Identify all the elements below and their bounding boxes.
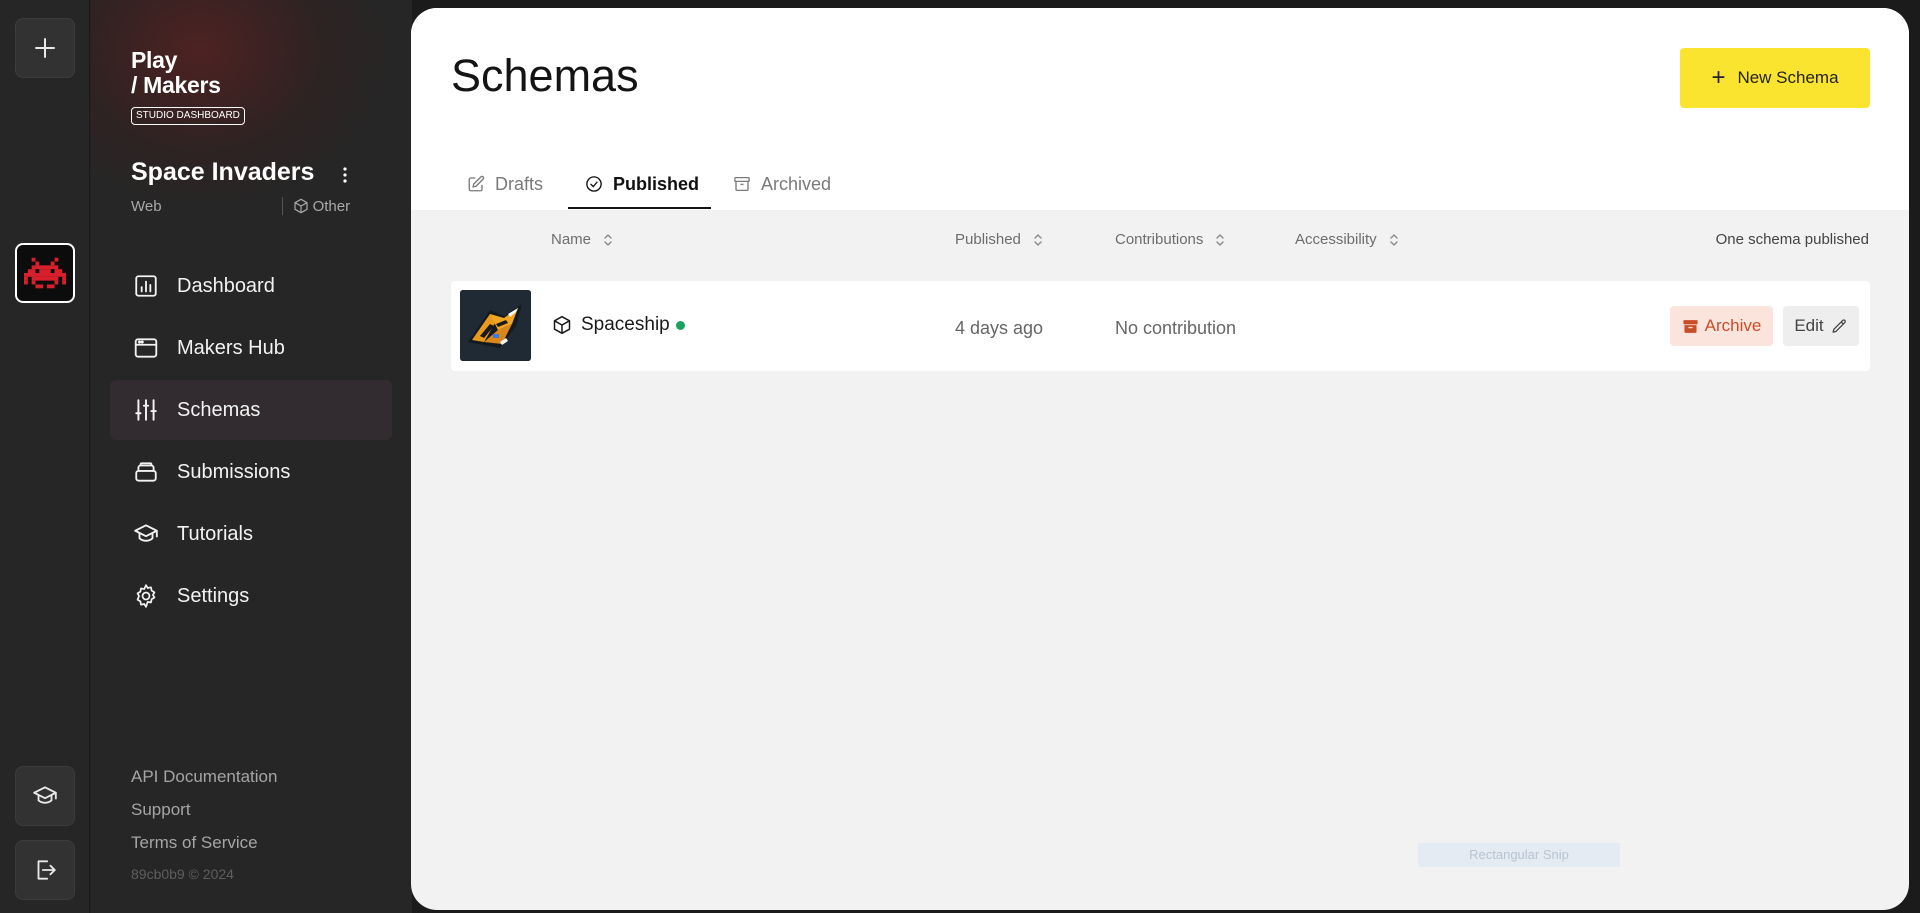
schema-count-text: One schema published: [1715, 231, 1869, 248]
cube-icon: [553, 315, 571, 335]
contributions-value: No contribution: [1115, 318, 1237, 338]
meta-divider: [281, 197, 283, 215]
column-header-published[interactable]: Published: [955, 231, 1043, 248]
active-tab-indicator: [568, 207, 711, 209]
sort-icon: [1389, 233, 1398, 246]
pencil-icon: [1832, 318, 1846, 333]
space-invader-icon: [24, 257, 66, 289]
edit-label: Edit: [1794, 316, 1824, 335]
playmakers-logo[interactable]: Play / Makers STUDIO DASHBOARD: [131, 48, 245, 125]
logout-button[interactable]: [15, 840, 75, 900]
sort-icon: [604, 233, 612, 246]
tutorials-rail-button[interactable]: [15, 766, 75, 826]
column-header-contributions[interactable]: Contributions: [1115, 231, 1225, 248]
tab-published[interactable]: Published: [585, 158, 699, 210]
page-header: Schemas + New Schema Drafts Published Ar…: [411, 8, 1909, 210]
project-meta: Web Other: [131, 197, 350, 215]
archive-label: Archive: [1704, 316, 1762, 335]
schema-thumbnail: [460, 290, 531, 361]
sidebar-item-settings[interactable]: Settings: [110, 566, 392, 626]
project-platform: Web: [131, 197, 162, 215]
sidebar-footer: API Documentation Support Terms of Servi…: [131, 760, 277, 889]
archive-button[interactable]: Archive: [1670, 306, 1773, 346]
sidebar-item-label: Makers Hub: [177, 336, 285, 359]
sidebar-item-label: Tutorials: [177, 522, 253, 545]
published-date: 4 days ago: [955, 318, 1044, 338]
project-menu-button[interactable]: [339, 164, 351, 186]
api-documentation-link[interactable]: API Documentation: [131, 760, 277, 793]
tab-drafts[interactable]: Drafts: [467, 158, 543, 210]
chart-bars-icon: [135, 275, 157, 297]
project-category: Other: [312, 197, 351, 215]
tab-label: Published: [613, 173, 700, 194]
tab-label: Archived: [761, 173, 832, 194]
sidebar-item-label: Settings: [177, 584, 250, 607]
page-title: Schemas: [451, 50, 639, 101]
rectangular-snip-overlay: Rectangular Snip: [1418, 843, 1620, 867]
pencil-square-icon: [468, 175, 485, 192]
support-link[interactable]: Support: [131, 793, 277, 826]
sidebar-item-label: Dashboard: [177, 274, 275, 297]
new-schema-button[interactable]: + New Schema: [1680, 48, 1870, 108]
sidebar: Play / Makers STUDIO DASHBOARD Space Inv…: [90, 0, 412, 913]
graduation-cap-icon: [134, 524, 158, 542]
main-panel: Schemas + New Schema Drafts Published Ar…: [411, 8, 1909, 910]
published-status-dot: [675, 320, 685, 330]
logout-icon: [37, 860, 56, 880]
column-header-name[interactable]: Name: [551, 231, 613, 248]
sidebar-item-dashboard[interactable]: Dashboard: [110, 256, 392, 316]
terms-of-service-link[interactable]: Terms of Service: [131, 826, 277, 859]
schema-name-label: Spaceship: [581, 314, 670, 335]
cube-icon: [293, 198, 308, 214]
logo-line-2: / Makers: [131, 72, 221, 98]
sidebar-item-makers-hub[interactable]: Makers Hub: [110, 318, 392, 378]
sort-icon: [1216, 233, 1225, 246]
sliders-icon: [135, 399, 157, 421]
edit-button[interactable]: Edit: [1783, 306, 1859, 346]
browser-window-icon: [134, 338, 158, 358]
table-row[interactable]: Spaceship 4 days ago No contribution Arc…: [451, 281, 1870, 371]
sidebar-item-label: Schemas: [177, 398, 261, 421]
version-text: 89cb0b9 © 2024: [131, 866, 234, 882]
sort-icon: [1034, 233, 1042, 246]
column-header-accessibility[interactable]: Accessibility: [1295, 231, 1399, 248]
schema-name[interactable]: Spaceship: [552, 314, 685, 336]
graduation-cap-icon: [33, 786, 57, 804]
gear-icon: [136, 584, 156, 608]
sidebar-item-label: Submissions: [177, 460, 291, 483]
logo-line-1: Play: [131, 47, 178, 73]
sidebar-item-submissions[interactable]: Submissions: [110, 442, 392, 502]
tab-label: Drafts: [495, 173, 544, 194]
spaceship-thumbnail-image: [460, 290, 531, 361]
tab-archived[interactable]: Archived: [733, 158, 831, 210]
new-schema-label: New Schema: [1737, 68, 1839, 87]
more-vertical-icon: [343, 167, 347, 183]
add-project-button[interactable]: [15, 18, 75, 78]
project-title: Space Invaders: [131, 158, 315, 186]
sidebar-item-schemas[interactable]: Schemas: [110, 380, 392, 440]
archive-box-icon: [734, 176, 750, 192]
sidebar-item-tutorials[interactable]: Tutorials: [110, 504, 392, 564]
check-circle-icon: [586, 176, 602, 192]
plus-icon: [35, 38, 55, 58]
archive-box-icon: [1683, 319, 1698, 333]
stack-icon: [135, 462, 157, 482]
app-rail: [0, 0, 90, 913]
plus-icon: +: [1711, 64, 1726, 91]
logo-badge: STUDIO DASHBOARD: [131, 107, 245, 125]
project-space-invaders-button[interactable]: [15, 243, 75, 303]
